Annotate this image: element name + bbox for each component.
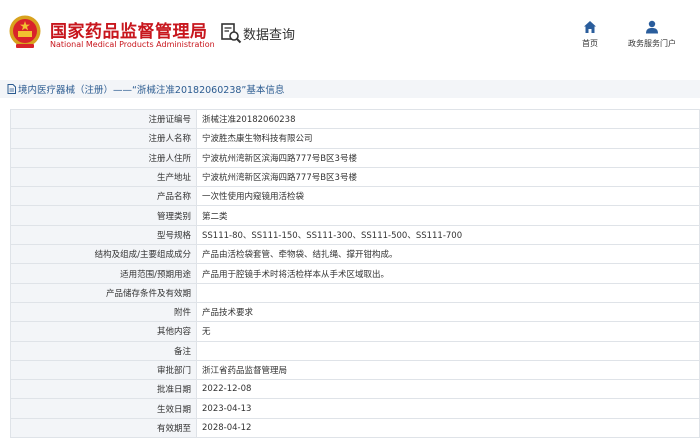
data-query-link[interactable]: 数据查询: [220, 22, 295, 44]
table-row: 备注: [10, 340, 700, 361]
table-row: 适用范围/预期用途 产品用于腔镜手术时将活检样本从手术区域取出。: [10, 263, 700, 284]
row-value: 无: [196, 321, 700, 342]
table-row: 管理类别 第二类: [10, 205, 700, 226]
nav-service-label: 政务服务门户: [628, 39, 676, 48]
table-row: 生产地址 宁波杭州湾新区滨海四路777号B区3号楼: [10, 166, 700, 188]
table-row: 结构及组成/主要组成成分 产品由活检袋套管、牵物袋、结扎绳、撑开钳构成。: [10, 244, 700, 265]
row-label: 产品名称: [10, 186, 197, 207]
row-value: 第二类: [196, 205, 700, 226]
row-value: [196, 282, 700, 303]
table-row: 生效日期 2023-04-13: [10, 398, 700, 419]
row-label: 生效日期: [10, 398, 197, 419]
row-label: 生产地址: [10, 166, 197, 188]
row-value: 一次性使用内窥镜用活检袋: [196, 186, 700, 207]
table-row: 其他内容无: [10, 321, 700, 342]
nav-home-label: 首页: [582, 39, 598, 48]
table-row: 型号规格 SS111-80、SS111-150、SS111-300、SS111-5…: [10, 224, 700, 246]
table-row: 产品储存条件及有效期: [10, 282, 700, 303]
row-value: 浙江省药品监督管理局: [196, 359, 700, 381]
row-label: 附件: [10, 301, 197, 323]
site-title-cn: 国家药品监督管理局: [50, 22, 208, 42]
row-value: 2023-04-13: [196, 398, 700, 419]
row-value: 宁波杭州湾新区滨海四路777号B区3号楼: [196, 147, 700, 168]
row-label: 产品储存条件及有效期: [10, 282, 197, 303]
row-label: 注册证编号: [10, 108, 197, 130]
table-row: 注册人住所 宁波杭州湾新区滨海四路777号B区3号楼: [10, 147, 700, 168]
table-row: 有效期至 2028-04-12: [10, 417, 700, 439]
row-label: 其他内容: [10, 321, 197, 342]
table-row: 注册人名称 宁波胜杰康生物科技有限公司: [10, 128, 700, 149]
row-label: 型号规格: [10, 224, 197, 246]
row-value: 2028-04-12: [196, 417, 700, 439]
document-icon: [7, 84, 16, 94]
row-label: 适用范围/预期用途: [10, 263, 197, 284]
row-value: 浙械注准20182060238: [196, 108, 700, 130]
nav-service-portal[interactable]: 政务服务门户: [628, 20, 676, 49]
site-header: 国家药品监督管理局 National Medical Products Admi…: [0, 0, 700, 70]
row-value: [196, 340, 700, 361]
site-title-en: National Medical Products Administration: [50, 40, 215, 49]
table-row: 注册证编号 浙械注准20182060238: [10, 108, 700, 130]
home-icon: [584, 21, 596, 33]
breadcrumb: 境内医疗器械（注册）——“浙械注准20182060238”基本信息: [0, 80, 700, 98]
table-row: 审批部门 浙江省药品监督管理局: [10, 359, 700, 381]
user-icon: [646, 20, 658, 34]
data-query-label: 数据查询: [243, 27, 296, 43]
breadcrumb-text: 境内医疗器械（注册）——“浙械注准20182060238”基本信息: [18, 85, 285, 96]
row-label: 有效期至: [10, 417, 197, 439]
row-label: 审批部门: [10, 359, 197, 381]
row-label: 注册人名称: [10, 128, 197, 149]
row-label: 结构及组成/主要组成成分: [10, 244, 197, 265]
row-value: 产品由活检袋套管、牵物袋、结扎绳、撑开钳构成。: [196, 244, 700, 265]
row-value: SS111-80、SS111-150、SS111-300、SS111-500、S…: [196, 224, 700, 246]
row-label: 管理类别: [10, 205, 197, 226]
table-row: 批准日期 2022-12-08: [10, 379, 700, 400]
row-value: 2022-12-08: [196, 379, 700, 400]
row-value: 宁波胜杰康生物科技有限公司: [196, 128, 700, 149]
national-emblem-logo: [9, 15, 41, 48]
row-value: 产品技术要求: [196, 301, 700, 323]
detail-table: 注册证编号 浙械注准20182060238 注册人名称 宁波胜杰康生物科技有限公司 …: [10, 108, 700, 439]
table-row: 附件 产品技术要求: [10, 301, 700, 323]
table-row: 产品名称 一次性使用内窥镜用活检袋: [10, 186, 700, 207]
row-value: 宁波杭州湾新区滨海四路777号B区3号楼: [196, 166, 700, 188]
row-label: 批准日期: [10, 379, 197, 400]
row-value: 产品用于腔镜手术时将活检样本从手术区域取出。: [196, 263, 700, 284]
search-document-icon: [221, 23, 242, 44]
row-label: 注册人住所: [10, 147, 197, 168]
row-label: 备注: [10, 340, 197, 361]
nav-home[interactable]: 首页: [582, 20, 598, 49]
